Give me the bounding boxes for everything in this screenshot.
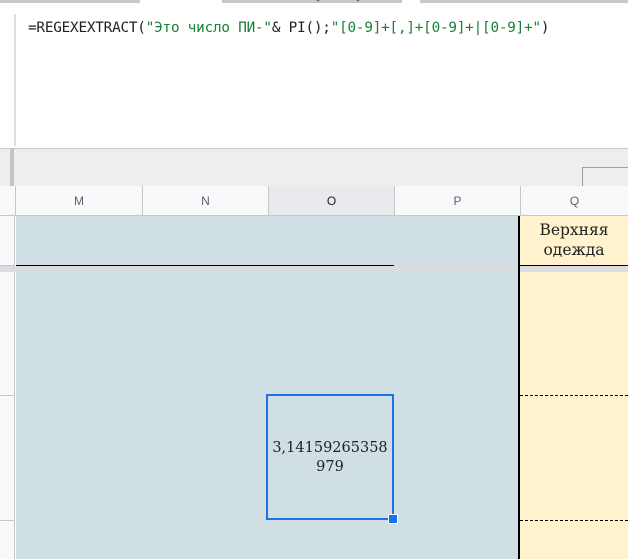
column-header-n[interactable]: N [142,186,268,215]
cell-q-header-text: Верхняя одежда [539,221,609,259]
formula-regex-literal: "[0-9]+[,]+[0-9]+|[0-9]+" [330,20,541,36]
merged-cell-header-blue[interactable] [16,216,518,266]
dashed-cell-border [520,395,628,396]
formula-string-literal: "Это число ПИ-" [145,20,272,36]
active-cell-value: 3,14159265358979 [272,440,388,475]
column-header-o[interactable]: O [268,186,394,215]
toolbar-remnant: ↶ ↷ [0,0,628,8]
formula-bar-divider [14,14,16,146]
column-header-q[interactable]: Q [520,186,628,215]
fill-handle[interactable] [388,514,398,524]
cell-border [519,265,628,266]
column-header-m[interactable]: M [15,186,142,215]
undo-icon[interactable]: ↶ [315,0,326,8]
cell-border [16,265,394,266]
formula-closing-paren: ) [540,20,550,36]
dashed-cell-border [520,520,628,521]
cell-border [518,216,520,559]
formula-input[interactable]: =REGEXEXTRACT("Это число ПИ-"& PI();"[0-… [28,20,550,36]
row-header[interactable] [0,216,15,266]
toolbar-band [0,148,628,186]
column-header-p[interactable]: P [394,186,520,215]
formula-function: =REGEXEXTRACT( [28,20,146,36]
cell-q-body[interactable] [520,272,628,559]
column-headers: M N O P Q [0,186,628,216]
row-header[interactable] [0,521,15,559]
row-header[interactable] [0,396,15,521]
band-box [582,167,628,186]
row-header[interactable] [0,272,15,396]
formula-bar[interactable]: ↶ ↷ =REGEXEXTRACT("Это число ПИ-"& PI();… [0,0,628,148]
redo-icon[interactable]: ↷ [350,0,361,8]
formula-concat-part: & PI(); [271,20,331,36]
